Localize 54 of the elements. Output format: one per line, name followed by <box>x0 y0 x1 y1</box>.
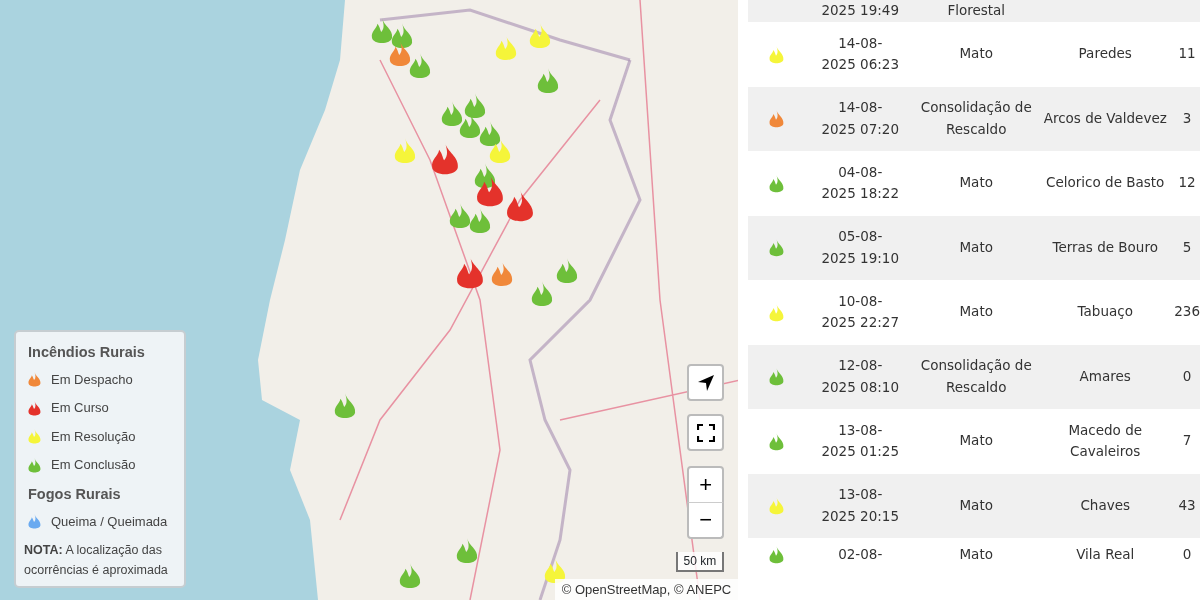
map-attribution: © OpenStreetMap, © ANEPC <box>554 578 739 600</box>
table-cell-text: 236 <box>1174 302 1200 322</box>
legend-label: Em Despacho <box>51 370 133 389</box>
table-cell-text: 13-08- 2025 20:15 <box>820 485 900 526</box>
zoom-in-button[interactable]: + <box>687 466 725 504</box>
table-cell-text: 14-08- 2025 07:20 <box>820 98 900 139</box>
scale-bar: 50 km <box>675 552 725 572</box>
zoom-out-button[interactable]: − <box>687 502 725 539</box>
table-cell-text: Celorico de Basto <box>1045 173 1166 193</box>
legend-label: Em Curso <box>51 399 109 418</box>
table-cell-text: 0 <box>1181 366 1193 386</box>
table-cell-text: Arcos de Valdevez <box>1042 108 1168 128</box>
table-cell-text: Mato <box>958 237 994 257</box>
table-cell-text: 05-08- 2025 19:10 <box>820 227 900 268</box>
table-cell-text: Consolidação de Rescaldo <box>919 98 1033 139</box>
table-cell-text: Mato <box>958 302 994 322</box>
table-cell-text: 12-08- 2025 08:10 <box>820 356 900 397</box>
table-cell-text: Macedo de Cavaleiros <box>1067 420 1144 462</box>
legend-heading: Incêndios Rurais <box>28 343 146 362</box>
table-cell-text: Mato <box>958 431 994 451</box>
table-cell-text: 02-08- <box>837 545 884 564</box>
table-cell-text: Paredes <box>1077 44 1133 64</box>
legend-label: Queima / Queimada <box>51 512 168 531</box>
navigation-arrow-icon <box>696 373 715 392</box>
table-cell-text: Mato <box>958 173 994 193</box>
table-cell-text: Vila Real <box>1075 545 1136 564</box>
legend-note: NOTA: A localização das ocorrências é aproximada <box>24 542 169 579</box>
table-cell-text: Terras de Bouro <box>1051 237 1159 257</box>
table-cell-text: Mato <box>958 495 994 515</box>
table-cell-text: Chaves <box>1079 495 1131 515</box>
table-cell-text: Florestal <box>946 1 1007 21</box>
legend-heading: Fogos Rurais <box>28 484 122 504</box>
table-cell-text: 43 <box>1177 495 1197 515</box>
fullscreen-button[interactable] <box>687 414 725 451</box>
table-cell-text: Consolidação de Rescaldo <box>919 356 1033 397</box>
legend-label: Em Conclusão <box>51 456 136 475</box>
fullscreen-icon <box>696 423 715 442</box>
table-cell-text: Amares <box>1078 366 1132 386</box>
locate-button[interactable] <box>687 364 725 401</box>
table-cell-text: 12 <box>1177 173 1197 193</box>
legend-label: Em Resolução <box>51 427 136 446</box>
table-cell-text: Mato <box>958 44 994 64</box>
table-cell-text: 7 <box>1181 431 1193 451</box>
table-cell-text: 0 <box>1181 545 1193 564</box>
table-cell-text: 14-08- 2025 06:23 <box>820 33 900 75</box>
table-cell-text: 10-08- 2025 22:27 <box>820 291 900 333</box>
table-cell-text: 04-08- 2025 18:22 <box>820 162 900 204</box>
table-cell-text: 13-08- 2025 01:25 <box>820 420 900 462</box>
table-cell-text: 2025 19:49 <box>820 1 900 21</box>
table-cell-text: Mato <box>958 545 994 564</box>
table-cell-text: 11 <box>1177 44 1197 64</box>
table-cell-text: 3 <box>1181 108 1193 128</box>
table-cell-text: Tabuaço <box>1076 302 1134 322</box>
table-cell-text: 5 <box>1181 237 1193 257</box>
